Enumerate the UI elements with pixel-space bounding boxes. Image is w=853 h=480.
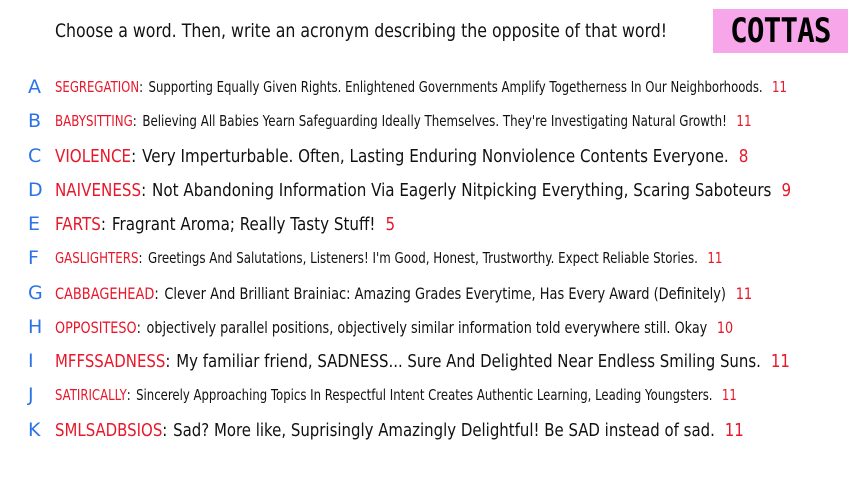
- separator-colon: :: [141, 179, 147, 201]
- title-badge: COTTAS: [713, 9, 848, 53]
- acronym-text: Clever And Brilliant Brainiac: Amazing G…: [164, 283, 726, 303]
- acronym-text: objectively parallel positions, objectiv…: [146, 317, 708, 337]
- letter-count: 11: [770, 350, 790, 372]
- acronym-text: Believing All Babies Yearn Safeguarding …: [142, 112, 727, 130]
- letter-count: 11: [735, 283, 753, 303]
- chosen-word: SATIRICALLY: [55, 386, 127, 404]
- separator-colon: :: [154, 283, 159, 303]
- letter-count: 11: [724, 419, 744, 441]
- letter-count: 8: [738, 145, 749, 167]
- separator-colon: :: [138, 249, 143, 267]
- row-letter: H: [28, 316, 43, 338]
- row-letter: F: [28, 247, 39, 269]
- chosen-word: GASLIGHTERS: [55, 249, 139, 267]
- letter-count: 11: [736, 112, 752, 130]
- chosen-word: FARTS: [55, 213, 101, 235]
- separator-colon: :: [100, 213, 107, 235]
- row-letter: I: [28, 350, 34, 372]
- row-letter: B: [28, 110, 42, 132]
- acronym-text: Sincerely Approaching Topics In Respectf…: [136, 386, 713, 404]
- letter-count: 11: [707, 249, 723, 267]
- chosen-word: VIOLENCE: [55, 145, 132, 167]
- acronym-text: Supporting Equally Given Rights. Enlight…: [148, 78, 763, 96]
- row-letter: D: [28, 179, 43, 201]
- separator-colon: :: [131, 145, 137, 167]
- chosen-word: BABYSITTING: [55, 112, 133, 130]
- acronym-text: Not Abandoning Information Via Eagerly N…: [152, 179, 772, 201]
- chosen-word: MFFSSADNESS: [55, 350, 166, 372]
- row-letter: A: [28, 76, 41, 98]
- row-letter: E: [28, 213, 41, 235]
- acronym-text: Very Imperturbable. Often, Lasting Endur…: [142, 145, 729, 167]
- chosen-word: SEGREGATION: [55, 78, 140, 96]
- row-letter: C: [28, 145, 42, 167]
- row-letter: G: [28, 282, 43, 304]
- letter-count: 11: [721, 386, 737, 404]
- badge-label: COTTAS: [730, 11, 831, 51]
- chosen-word: OPPOSITESO: [55, 317, 137, 337]
- letter-count: 9: [781, 179, 792, 201]
- letter-count: 5: [385, 213, 396, 235]
- separator-colon: :: [165, 350, 171, 372]
- letter-count: 11: [772, 78, 787, 96]
- chosen-word: SMLSADBSIOS: [55, 419, 163, 441]
- acronym-text: My familiar friend, SADNESS... Sure And …: [176, 350, 761, 372]
- separator-colon: :: [126, 386, 131, 404]
- acronym-text: Greetings And Salutations, Listeners! I'…: [148, 249, 698, 267]
- acronym-text: Fragrant Aroma; Really Tasty Stuff!: [111, 213, 376, 235]
- separator-colon: :: [139, 78, 144, 96]
- separator-colon: :: [136, 317, 141, 337]
- separator-colon: :: [132, 112, 137, 130]
- separator-colon: :: [162, 419, 168, 441]
- acronym-text: Sad? More like, Suprisingly Amazingly De…: [173, 419, 715, 441]
- row-letter: J: [28, 384, 34, 406]
- row-letter: K: [28, 419, 41, 441]
- chosen-word: CABBAGEHEAD: [55, 283, 155, 303]
- chosen-word: NAIVENESS: [55, 179, 142, 201]
- instruction-heading: Choose a word. Then, write an acronym de…: [55, 20, 668, 42]
- letter-count: 10: [716, 317, 734, 337]
